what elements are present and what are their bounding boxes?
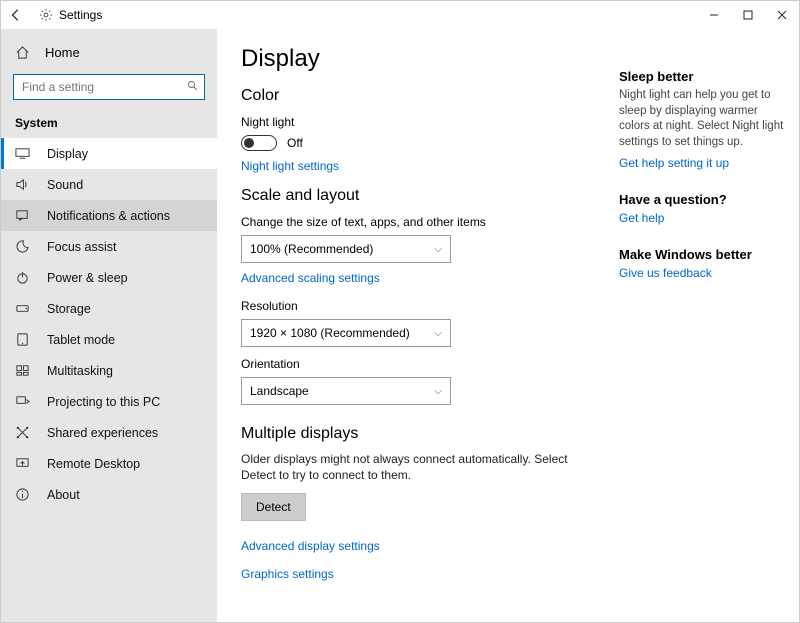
sidebar: Home System Display Sound [1, 29, 217, 622]
sidebar-item-label: Notifications & actions [47, 209, 170, 223]
remote-desktop-icon [15, 456, 33, 471]
sidebar-item-label: Storage [47, 302, 91, 316]
focus-assist-icon [15, 239, 33, 254]
orientation-label: Orientation [241, 357, 595, 371]
titlebar: Settings [1, 1, 799, 29]
sidebar-item-power-sleep[interactable]: Power & sleep [1, 262, 217, 293]
multitasking-icon [15, 363, 33, 378]
advanced-display-settings-link[interactable]: Advanced display settings [241, 539, 595, 553]
sidebar-item-shared-experiences[interactable]: Shared experiences [1, 417, 217, 448]
shared-experiences-icon [15, 425, 33, 440]
feedback-title: Make Windows better [619, 247, 787, 262]
maximize-button[interactable] [731, 1, 765, 29]
multiple-displays-desc: Older displays might not always connect … [241, 451, 571, 483]
chevron-down-icon: ⌵ [434, 244, 442, 255]
scale-value: 100% (Recommended) [250, 242, 373, 256]
scale-select[interactable]: 100% (Recommended) ⌵ [241, 235, 451, 263]
sidebar-item-label: Power & sleep [47, 271, 128, 285]
sidebar-item-storage[interactable]: Storage [1, 293, 217, 324]
sidebar-home-label: Home [45, 45, 80, 60]
storage-icon [15, 301, 33, 316]
night-light-toggle[interactable] [241, 135, 277, 151]
sidebar-item-label: Sound [47, 178, 83, 192]
sidebar-item-sound[interactable]: Sound [1, 169, 217, 200]
sound-icon [15, 177, 33, 192]
graphics-settings-link[interactable]: Graphics settings [241, 567, 595, 581]
display-icon [15, 146, 33, 161]
minimize-button[interactable] [697, 1, 731, 29]
get-help-link[interactable]: Get help [619, 211, 787, 225]
tablet-icon [15, 332, 33, 347]
sidebar-item-label: Focus assist [47, 240, 116, 254]
sleep-better-link[interactable]: Get help setting it up [619, 156, 787, 170]
resolution-label: Resolution [241, 299, 595, 313]
sidebar-item-remote-desktop[interactable]: Remote Desktop [1, 448, 217, 479]
sidebar-item-notifications[interactable]: Notifications & actions [1, 200, 217, 231]
chevron-down-icon: ⌵ [434, 328, 442, 339]
orientation-value: Landscape [250, 384, 309, 398]
resolution-value: 1920 × 1080 (Recommended) [250, 326, 410, 340]
color-heading: Color [241, 87, 595, 105]
home-icon [15, 45, 33, 60]
multiple-displays-heading: Multiple displays [241, 425, 595, 443]
advanced-scaling-link[interactable]: Advanced scaling settings [241, 271, 595, 285]
sidebar-item-label: Projecting to this PC [47, 395, 160, 409]
sidebar-item-label: Multitasking [47, 364, 113, 378]
night-light-settings-link[interactable]: Night light settings [241, 159, 595, 173]
sidebar-item-display[interactable]: Display [1, 138, 217, 169]
sleep-better-body: Night light can help you get to sleep by… [619, 88, 787, 150]
projecting-icon [15, 394, 33, 409]
have-question-title: Have a question? [619, 192, 787, 207]
sidebar-section-label: System [1, 110, 217, 138]
sidebar-item-label: Remote Desktop [47, 457, 140, 471]
sidebar-item-label: About [47, 488, 80, 502]
notifications-icon [15, 208, 33, 223]
back-button[interactable] [9, 8, 29, 22]
sidebar-home[interactable]: Home [1, 39, 217, 66]
sidebar-item-focus-assist[interactable]: Focus assist [1, 231, 217, 262]
sidebar-item-tablet-mode[interactable]: Tablet mode [1, 324, 217, 355]
settings-icon [39, 8, 53, 22]
sidebar-item-about[interactable]: About [1, 479, 217, 510]
about-icon [15, 487, 33, 502]
night-light-label: Night light [241, 115, 595, 129]
night-light-state: Off [287, 136, 303, 150]
close-button[interactable] [765, 1, 799, 29]
feedback-link[interactable]: Give us feedback [619, 266, 787, 280]
window-title: Settings [59, 8, 102, 22]
power-icon [15, 270, 33, 285]
resolution-select[interactable]: 1920 × 1080 (Recommended) ⌵ [241, 319, 451, 347]
page-title: Display [241, 45, 595, 73]
sidebar-item-multitasking[interactable]: Multitasking [1, 355, 217, 386]
chevron-down-icon: ⌵ [434, 386, 442, 397]
sidebar-item-label: Shared experiences [47, 426, 158, 440]
sidebar-item-label: Tablet mode [47, 333, 115, 347]
scale-heading: Scale and layout [241, 187, 595, 205]
orientation-select[interactable]: Landscape ⌵ [241, 377, 451, 405]
search-input[interactable] [13, 74, 205, 100]
main-content: Display Color Night light Off Night ligh… [217, 29, 619, 622]
sleep-better-title: Sleep better [619, 69, 787, 84]
sidebar-item-projecting[interactable]: Projecting to this PC [1, 386, 217, 417]
aside-panel: Sleep better Night light can help you ge… [619, 29, 799, 622]
sidebar-item-label: Display [47, 147, 88, 161]
scale-label: Change the size of text, apps, and other… [241, 215, 595, 229]
detect-button[interactable]: Detect [241, 493, 306, 521]
